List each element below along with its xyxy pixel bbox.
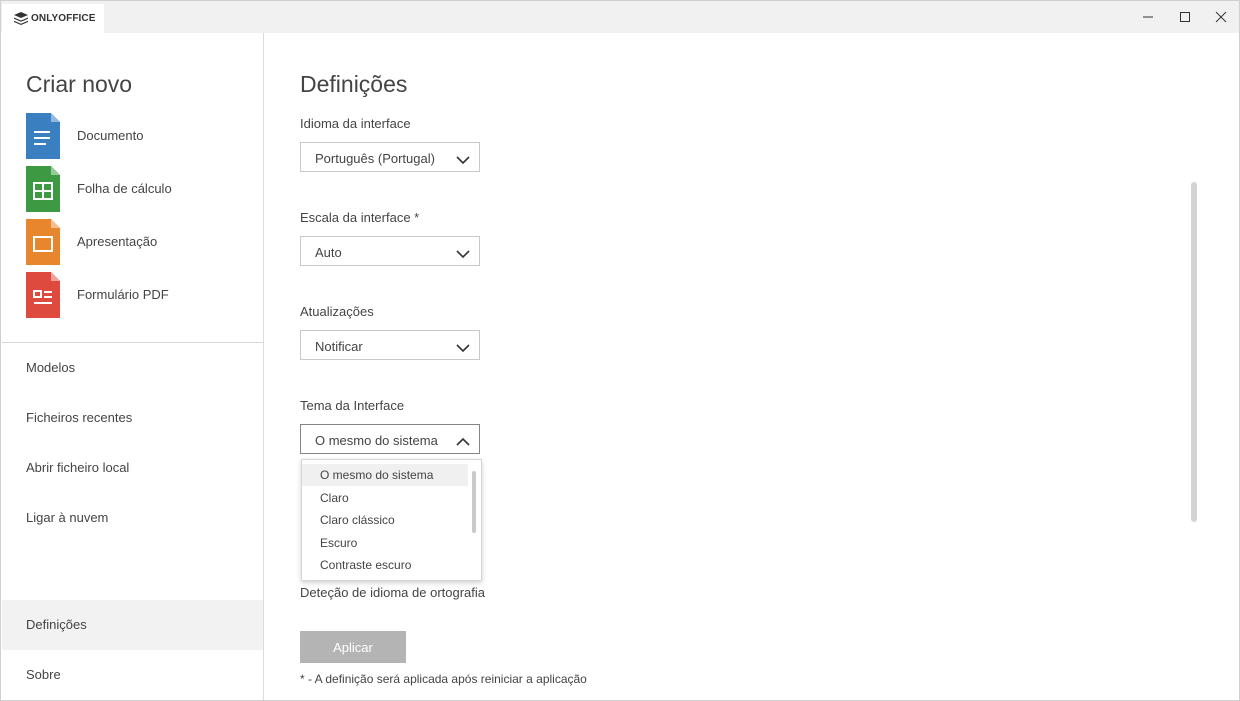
theme-option-light[interactable]: Claro: [302, 487, 468, 509]
sidebar-item-label: Modelos: [26, 360, 76, 375]
sidebar-item-about[interactable]: Sobre: [2, 650, 263, 700]
sidebar-item-label: Sobre: [26, 667, 61, 682]
restart-footnote: * - A definição será aplicada após reini…: [300, 672, 587, 686]
dropdown-scrollbar[interactable]: [472, 471, 476, 533]
option-label: Escuro: [320, 536, 358, 550]
create-item-label: Formulário PDF: [77, 287, 169, 302]
option-label: Claro: [320, 491, 349, 505]
sidebar-item-label: Abrir ficheiro local: [26, 460, 130, 475]
minimize-button[interactable]: [1130, 1, 1166, 33]
select-value: O mesmo do sistema: [315, 433, 438, 448]
option-label: Contraste escuro: [320, 558, 412, 572]
field-label-spell-check: Deteção de idioma de ortografia: [300, 585, 486, 600]
create-pdf-form-button[interactable]: Formulário PDF: [26, 272, 256, 318]
select-value: Notificar: [315, 339, 363, 354]
theme-option-dark-contrast[interactable]: Contraste escuro: [302, 554, 468, 576]
pdf-form-icon: [26, 272, 60, 318]
create-new-title: Criar novo: [26, 71, 133, 97]
page-title: Definições: [300, 71, 408, 97]
theme-option-system[interactable]: O mesmo do sistema: [302, 464, 468, 486]
chevron-down-icon: [456, 340, 470, 358]
chevron-down-icon: [456, 246, 470, 264]
field-label-theme: Tema da Interface: [300, 398, 405, 413]
spreadsheet-icon: [26, 166, 60, 212]
option-label: Claro clássico: [320, 513, 395, 527]
minimize-icon: [1143, 16, 1153, 18]
sidebar-item-open-local-file[interactable]: Abrir ficheiro local: [2, 443, 263, 493]
option-label: O mesmo do sistema: [320, 468, 434, 482]
select-value: Português (Portugal): [315, 151, 435, 166]
document-icon: [26, 113, 60, 159]
select-value: Auto: [315, 245, 342, 260]
sidebar-item-label: Ligar à nuvem: [26, 510, 109, 525]
settings-scrollbar[interactable]: [1191, 182, 1197, 522]
create-item-label: Documento: [77, 128, 144, 143]
onlyoffice-logo-icon: [14, 12, 28, 30]
presentation-icon: [26, 219, 60, 265]
maximize-icon: [1180, 12, 1190, 22]
app-name: ONLYOFFICE: [31, 13, 96, 24]
settings-panel: Definições Idioma da interface Português…: [264, 33, 1239, 700]
app-tab[interactable]: ONLYOFFICE: [2, 4, 104, 33]
create-presentation-button[interactable]: Apresentação: [26, 219, 256, 265]
close-icon: [1215, 11, 1227, 23]
create-item-label: Folha de cálculo: [77, 181, 172, 196]
maximize-button[interactable]: [1167, 1, 1203, 33]
sidebar-item-label: Ficheiros recentes: [26, 410, 133, 425]
chevron-up-icon: [456, 434, 470, 452]
field-label-language: Idioma da interface: [300, 116, 411, 131]
sidebar-item-settings[interactable]: Definições: [2, 600, 263, 650]
create-document-button[interactable]: Documento: [26, 113, 256, 159]
theme-select[interactable]: O mesmo do sistema: [300, 424, 480, 454]
chevron-down-icon: [456, 152, 470, 170]
theme-dropdown-menu: O mesmo do sistema Claro Claro clássico …: [301, 459, 482, 581]
create-item-label: Apresentação: [77, 234, 158, 249]
sidebar-item-label: Definições: [26, 617, 87, 632]
close-button[interactable]: [1203, 1, 1239, 33]
language-select[interactable]: Português (Portugal): [300, 142, 480, 172]
apply-button[interactable]: Aplicar: [300, 631, 406, 663]
updates-select[interactable]: Notificar: [300, 330, 480, 360]
sidebar-item-templates[interactable]: Modelos: [2, 343, 263, 393]
scale-select[interactable]: Auto: [300, 236, 480, 266]
field-label-updates: Atualizações: [300, 304, 374, 319]
sidebar: Criar novo Documento Folha de cálculo Ap…: [2, 33, 264, 700]
theme-option-classic-light[interactable]: Claro clássico: [302, 509, 468, 531]
create-spreadsheet-button[interactable]: Folha de cálculo: [26, 166, 256, 212]
field-label-scale: Escala da interface *: [300, 210, 420, 225]
sidebar-item-connect-cloud[interactable]: Ligar à nuvem: [2, 493, 263, 543]
theme-option-dark[interactable]: Escuro: [302, 532, 468, 554]
title-bar: ONLYOFFICE: [1, 1, 1239, 33]
sidebar-item-recent-files[interactable]: Ficheiros recentes: [2, 393, 263, 443]
